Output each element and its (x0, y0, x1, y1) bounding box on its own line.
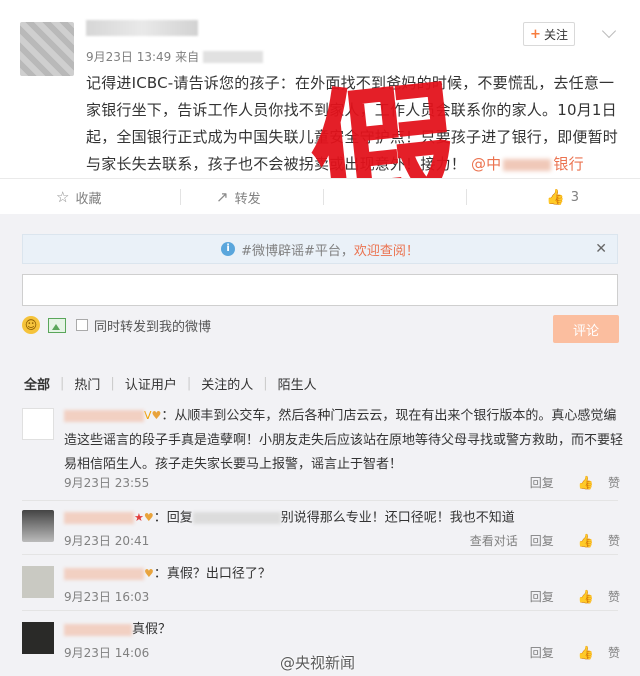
comment-text-tail: 别说得那么专业！还口径呢！我也不知道 (280, 510, 515, 526)
emoji-icon[interactable]: ☺ (22, 316, 40, 334)
comment-section: i #微博辟谣#平台， 欢迎查阅！ ✕ ☺ 同时转发到我的微博 评论 全部 | … (0, 214, 640, 676)
thumb-up-icon: 👍 (546, 188, 565, 206)
divider (466, 189, 467, 205)
comment-meta: 9月23日 20:41 查看对话 回复 👍 赞 (64, 532, 620, 550)
like-count: 3 (570, 189, 579, 205)
plus-icon: + (530, 26, 541, 42)
divider (323, 189, 324, 205)
comment-like-button[interactable]: 👍 赞 (566, 532, 620, 549)
commenter-avatar[interactable] (22, 510, 54, 542)
reply-button[interactable]: 回复 (530, 644, 554, 661)
cctv-watermark: @央视新闻 (280, 654, 356, 672)
comment-time: 9月23日 16:03 (64, 590, 150, 604)
mention-blurred (503, 158, 552, 171)
rumor-notice: i #微博辟谣#平台， 欢迎查阅！ ✕ (22, 234, 618, 264)
weibo-post: 9月23日 13:49 来自 + 关注 记得进ICBC-请告诉您的孩子：在外面找… (0, 0, 640, 252)
commenter-name[interactable] (64, 409, 144, 424)
reply-target-blurred (192, 512, 281, 524)
chevron-down-icon[interactable] (601, 23, 617, 39)
divider: | (110, 376, 115, 391)
close-icon[interactable]: ✕ (595, 241, 607, 257)
divider (22, 610, 618, 611)
commenter-name[interactable] (64, 511, 134, 526)
info-icon: i (221, 242, 236, 256)
comment-text: ：真假？出口径了？ (153, 566, 271, 582)
follow-button[interactable]: + 关注 (523, 22, 575, 46)
comment-time: 9月23日 23:55 (64, 476, 150, 490)
tab-verified[interactable]: 认证用户 (123, 374, 179, 393)
comment-body: 真假？ (64, 618, 624, 642)
repost-icon: ↗ (216, 188, 229, 206)
commenter-avatar[interactable] (22, 566, 54, 598)
commenter-avatar[interactable] (22, 622, 54, 654)
verified-badge-icon: V (144, 409, 152, 422)
star-icon: ☆ (56, 188, 70, 206)
post-meta: 9月23日 13:49 来自 (86, 48, 264, 65)
vip-badge-icon: ♥ (143, 511, 154, 524)
notice-text: #微博辟谣#平台， (241, 243, 354, 259)
comment-text: ：回复 (153, 510, 193, 526)
repost-label: 转发 (234, 191, 261, 207)
notice-link[interactable]: 欢迎查阅！ (354, 240, 419, 259)
comment-time: 9月23日 20:41 (64, 534, 150, 548)
comment-like-button[interactable]: 👍 赞 (566, 644, 620, 661)
divider (22, 500, 618, 501)
image-icon[interactable] (48, 317, 66, 333)
favorite-label: 收藏 (75, 191, 102, 207)
divider: | (263, 376, 268, 391)
divider: | (60, 376, 65, 391)
reply-button[interactable]: 回复 (530, 532, 554, 549)
like-button[interactable]: 👍 3 (546, 179, 579, 215)
tab-strangers[interactable]: 陌生人 (276, 374, 319, 393)
star-badge-icon: ★ (134, 511, 144, 524)
comment-time: 9月23日 14:06 (64, 646, 150, 660)
comment-body: ★♥：回复 别说得那么专业！还口径呢！我也不知道 (64, 506, 624, 531)
comment-input[interactable] (22, 274, 618, 306)
comment-meta: 9月23日 16:03 回复 👍 赞 (64, 588, 620, 606)
tab-all[interactable]: 全部 (22, 374, 52, 393)
divider: | (186, 376, 192, 391)
poster-avatar[interactable] (20, 22, 74, 76)
mention-link[interactable]: @中 银行 (471, 155, 584, 173)
commenter-name[interactable] (64, 567, 144, 582)
comment-text: 真假？ (132, 622, 172, 637)
submit-comment-button[interactable]: 评论 (553, 315, 619, 343)
tab-following[interactable]: 关注的人 (199, 374, 255, 393)
vip-badge-icon: ♥ (144, 567, 154, 580)
reply-button[interactable]: 回复 (530, 588, 554, 605)
divider (180, 189, 181, 205)
comment-like-button[interactable]: 👍 赞 (566, 474, 620, 491)
thumb-up-icon: 👍 (577, 476, 594, 491)
repost-checkbox-label: 同时转发到我的微博 (94, 319, 212, 335)
commenter-name[interactable] (64, 622, 132, 637)
comment-tools: ☺ 同时转发到我的微博 (22, 316, 212, 335)
vip-badge-icon: ♥ (151, 409, 162, 422)
comment-body: V♥：从顺丰到公交车，然后各种门店云云，现在有出来个银行版本的。真心感觉编造这些… (64, 404, 624, 477)
thumb-up-icon: 👍 (577, 590, 594, 605)
comment-body: ♥：真假？出口径了？ (64, 562, 624, 587)
post-time-source: 9月23日 13:49 来自 (86, 50, 200, 64)
favorite-button[interactable]: ☆ 收藏 (56, 179, 101, 215)
view-thread-button[interactable]: 查看对话 (470, 532, 518, 549)
repost-checkbox[interactable] (76, 319, 88, 331)
follow-label: 关注 (543, 27, 568, 42)
tab-hot[interactable]: 热门 (72, 374, 102, 393)
source-blurred (203, 50, 264, 63)
poster-name-blurred[interactable] (86, 20, 198, 36)
post-text: 记得进ICBC-请告诉您的孩子：在外面找不到爸妈的时候，不要慌乱，去任意一家银行… (86, 70, 624, 178)
thumb-up-icon: 👍 (577, 646, 594, 661)
commenter-avatar[interactable] (22, 408, 54, 440)
comment-filter-tabs: 全部 | 热门 | 认证用户 | 关注的人 | 陌生人 (22, 374, 319, 393)
repost-button[interactable]: ↗ 转发 (216, 179, 261, 215)
comment-like-button[interactable]: 👍 赞 (566, 588, 620, 605)
comment-meta: 9月23日 23:55 回复 👍 赞 (64, 474, 620, 492)
divider (22, 554, 618, 555)
thumb-up-icon: 👍 (577, 534, 594, 549)
post-actions: ☆ 收藏 ↗ 转发 👍 3 (0, 178, 640, 214)
reply-button[interactable]: 回复 (530, 474, 554, 491)
